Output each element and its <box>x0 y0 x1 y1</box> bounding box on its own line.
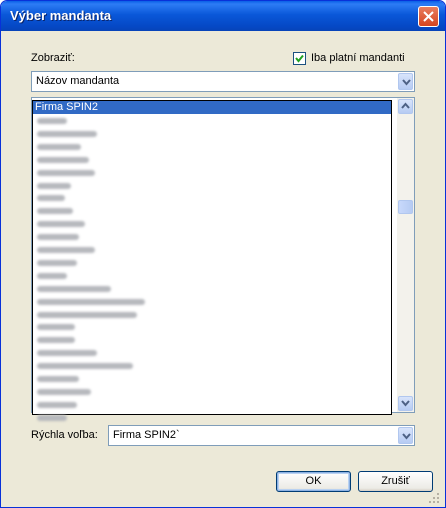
list-item[interactable] <box>37 143 81 150</box>
list-item[interactable] <box>37 363 133 370</box>
list-item[interactable] <box>37 169 95 176</box>
scroll-down-button[interactable] <box>398 396 413 411</box>
list-item[interactable] <box>37 234 79 241</box>
chevron-down-icon <box>402 79 411 86</box>
dialog-window: Výber mandanta Zobraziť: Iba platní mand… <box>0 0 446 508</box>
list-item[interactable] <box>37 414 67 421</box>
list-item[interactable] <box>37 324 75 331</box>
resize-grip-icon[interactable] <box>428 492 440 504</box>
checkmark-icon <box>295 54 304 63</box>
list-item[interactable] <box>37 285 111 292</box>
quick-select-label: Rýchla voľba: <box>31 429 98 441</box>
ok-button[interactable]: OK <box>276 471 351 492</box>
list-item[interactable] <box>37 208 73 215</box>
list-item[interactable] <box>37 337 75 344</box>
list-item[interactable] <box>37 195 65 202</box>
list-item[interactable] <box>37 298 145 305</box>
sort-select-value: Názov mandanta <box>36 75 120 87</box>
window-title: Výber mandanta <box>10 8 112 23</box>
only-valid-label[interactable]: Iba platní mandanti <box>311 52 405 64</box>
list-item[interactable] <box>37 182 71 189</box>
list-item[interactable] <box>37 376 79 382</box>
cancel-button[interactable]: Zrušiť <box>358 471 433 492</box>
list-item[interactable] <box>37 311 137 318</box>
list-item[interactable] <box>37 130 97 137</box>
mandant-dropdown-list[interactable]: Firma SPIN2 <box>32 100 392 421</box>
title-bar[interactable]: Výber mandanta <box>1 1 445 31</box>
close-icon <box>423 11 434 22</box>
list-item[interactable] <box>37 388 91 395</box>
list-item[interactable] <box>37 259 77 266</box>
scroll-thumb[interactable] <box>398 200 413 214</box>
list-item[interactable] <box>37 118 67 124</box>
show-label: Zobraziť: <box>31 52 75 64</box>
list-item-selected[interactable]: Firma SPIN2 <box>33 101 391 114</box>
dialog-content: Zobraziť: Iba platní mandanti Názov mand… <box>4 31 442 506</box>
scroll-up-button[interactable] <box>398 99 413 114</box>
list-item[interactable] <box>37 156 89 163</box>
chevron-down-icon <box>402 433 411 440</box>
quick-select-value: Firma SPIN2` <box>113 429 180 441</box>
list-item[interactable] <box>37 221 85 228</box>
quick-select[interactable]: Firma SPIN2` <box>108 425 415 446</box>
only-valid-checkbox[interactable] <box>293 52 306 65</box>
list-item[interactable] <box>37 401 77 408</box>
chevron-up-icon <box>401 102 410 109</box>
chevron-down-icon <box>401 400 410 407</box>
sort-select[interactable]: Názov mandanta <box>31 71 415 92</box>
list-item[interactable] <box>37 272 67 279</box>
close-button[interactable] <box>418 6 439 27</box>
sort-select-dropdown-button[interactable] <box>398 73 413 90</box>
list-item[interactable] <box>37 350 97 357</box>
list-item[interactable] <box>37 247 95 253</box>
list-scrollbar[interactable] <box>397 98 414 412</box>
quick-select-dropdown-button[interactable] <box>398 427 413 444</box>
